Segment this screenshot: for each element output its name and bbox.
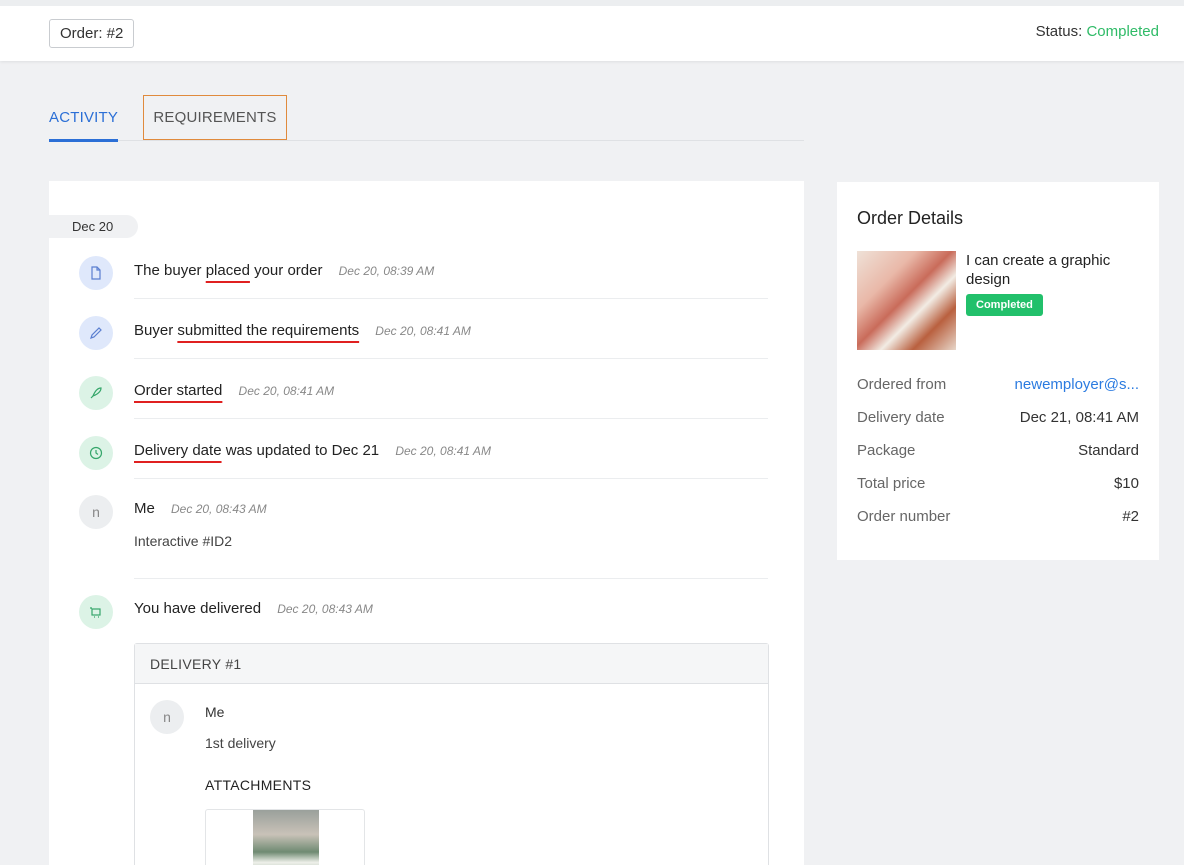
message-body: Interactive #ID2	[134, 533, 233, 549]
detail-row-total-price: Total price $10	[857, 475, 1139, 495]
event-text: You have delivered Dec 20, 08:43 AM	[134, 600, 373, 617]
delivery-title: DELIVERY #1	[135, 644, 768, 684]
order-number-pill: Order: #2	[49, 19, 135, 48]
tab-requirements[interactable]: REQUIREMENTS	[143, 95, 287, 140]
status-label: Status:	[1035, 23, 1083, 40]
delivery-truck-icon	[79, 595, 113, 629]
divider	[134, 478, 768, 479]
tab-activity[interactable]: ACTIVITY	[49, 95, 119, 142]
detail-row-order-number: Order number #2	[857, 508, 1139, 528]
divider	[134, 298, 768, 299]
delivery-note: 1st delivery	[205, 735, 276, 751]
ordered-from-link[interactable]: newemployer@s...	[1015, 376, 1139, 393]
attachment-thumbnail[interactable]	[205, 809, 365, 865]
activity-panel: Dec 20 The buyer placed your order Dec 2…	[49, 181, 804, 865]
order-status: Status: Completed	[1036, 23, 1159, 40]
divider	[134, 418, 768, 419]
message-sender: Me	[134, 500, 155, 517]
avatar: n	[150, 700, 184, 734]
gig-title[interactable]: I can create a graphic design	[966, 251, 1146, 289]
divider	[134, 578, 768, 579]
attachment-image	[253, 810, 319, 865]
detail-label: Delivery date	[857, 409, 945, 426]
detail-label: Ordered from	[857, 376, 947, 393]
date-group-label: Dec 20	[49, 215, 138, 238]
avatar: n	[79, 495, 113, 529]
event-timestamp: Dec 20, 08:43 AM	[171, 502, 267, 516]
detail-row-delivery-date: Delivery date Dec 21, 08:41 AM	[857, 409, 1139, 429]
document-icon	[79, 256, 113, 290]
status-value: Completed	[1086, 23, 1159, 40]
event-text: Buyer submitted the requirements Dec 20,…	[134, 322, 471, 339]
delivery-sender: Me	[205, 704, 225, 720]
detail-value: Dec 21, 08:41 AM	[1019, 409, 1139, 426]
clock-icon	[79, 436, 113, 470]
detail-value: $10	[1113, 475, 1139, 492]
event-text: Order started Dec 20, 08:41 AM	[134, 382, 335, 399]
delivery-box: DELIVERY #1 n Me 1st delivery ATTACHMENT…	[134, 643, 769, 865]
detail-value: #2	[1122, 508, 1139, 525]
top-bar: Order: #2 Status: Completed	[0, 0, 1184, 61]
status-badge: Completed	[966, 294, 1043, 316]
event-text: Delivery date was updated to Dec 21 Dec …	[134, 442, 491, 459]
event-text: The buyer placed your order Dec 20, 08:3…	[134, 262, 435, 279]
pencil-icon	[79, 316, 113, 350]
event-timestamp: Dec 20, 08:43 AM	[277, 602, 373, 616]
event-timestamp: Dec 20, 08:41 AM	[238, 384, 335, 398]
detail-label: Total price	[857, 475, 926, 492]
detail-row-ordered-from: Ordered from newemployer@s...	[857, 376, 1139, 396]
event-timestamp: Dec 20, 08:41 AM	[375, 324, 471, 338]
order-details-panel: Order Details I can create a graphic des…	[837, 182, 1159, 560]
event-timestamp: Dec 20, 08:39 AM	[338, 264, 435, 278]
event-timestamp: Dec 20, 08:41 AM	[395, 444, 491, 458]
detail-label: Package	[857, 442, 916, 459]
tab-bar: ACTIVITY REQUIREMENTS	[49, 95, 804, 142]
order-details-title: Order Details	[857, 208, 964, 228]
detail-label: Order number	[857, 508, 951, 525]
attachments-heading: ATTACHMENTS	[205, 777, 312, 793]
detail-value: Standard	[1078, 442, 1139, 459]
divider	[134, 358, 768, 359]
message-header: Me Dec 20, 08:43 AM	[134, 500, 267, 517]
detail-row-package: Package Standard	[857, 442, 1139, 462]
gig-image	[857, 251, 956, 350]
rocket-icon	[79, 376, 113, 410]
